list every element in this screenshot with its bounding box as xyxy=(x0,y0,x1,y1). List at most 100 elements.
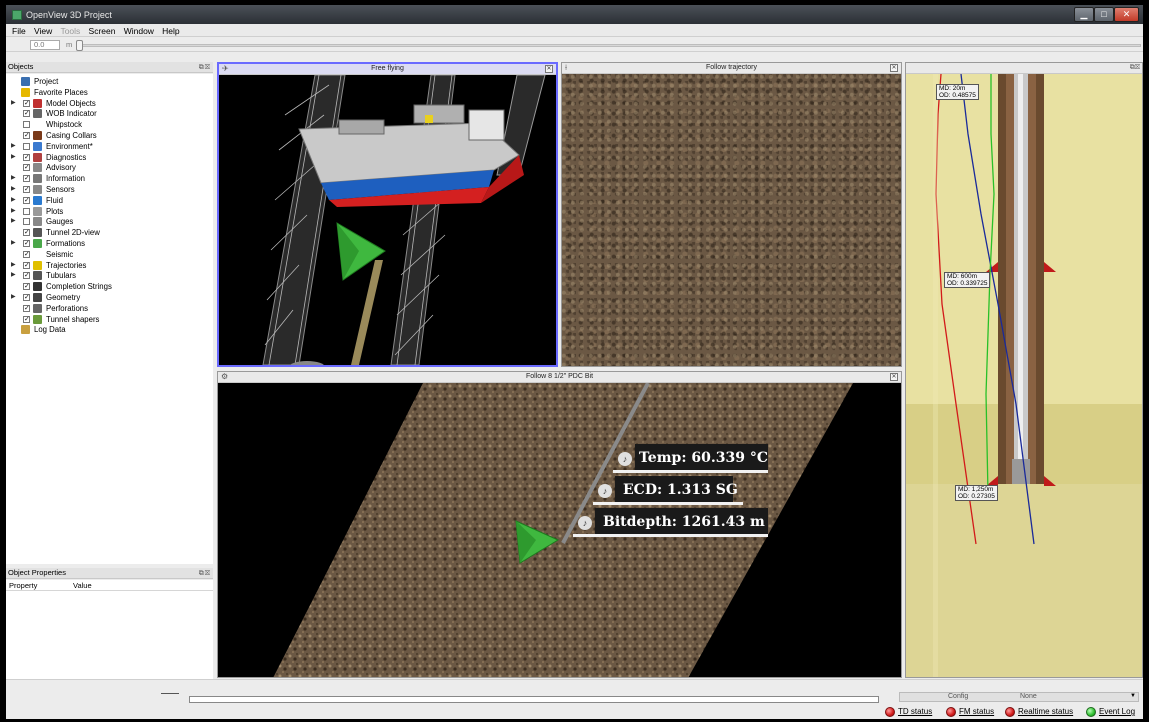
tree-item[interactable]: ▶ ✓ Formations xyxy=(6,238,213,249)
tree-item[interactable]: ▶ Environment* xyxy=(6,141,213,152)
view-close-icon[interactable]: ✕ xyxy=(890,64,898,72)
menu-view[interactable]: View xyxy=(28,24,52,36)
tree-item[interactable]: ✓ Tunnel shapers xyxy=(6,314,213,325)
column-property: Property xyxy=(9,581,38,590)
tree-item[interactable]: ▶ ✓ Information xyxy=(6,173,213,184)
visibility-checkbox[interactable]: ✓ xyxy=(23,153,30,161)
follow-bit-view[interactable]: ⚙ Follow 8 1/2" PDC Bit ✕ ♪ Temp: 60.339… xyxy=(217,371,902,678)
tree-item-label: Information xyxy=(46,174,86,184)
close-button[interactable]: ✕ xyxy=(1114,7,1139,22)
realtime-status[interactable]: Realtime status xyxy=(1005,706,1073,718)
speed-input[interactable]: 0.0 xyxy=(30,40,60,50)
panel-float-close-icons[interactable]: ⧉☒ xyxy=(199,63,211,73)
tree-item[interactable]: ✓ Tunnel 2D-view xyxy=(6,227,213,238)
tree-item[interactable]: ▶ ✓ Tubulars xyxy=(6,270,213,281)
free-flying-header: ✈ Free flying ✕ xyxy=(219,64,556,75)
expand-arrow-icon[interactable]: ▶ xyxy=(11,152,16,163)
timeline-slider[interactable] xyxy=(76,44,1141,47)
visibility-checkbox[interactable] xyxy=(23,121,30,129)
expand-arrow-icon[interactable]: ▶ xyxy=(11,195,16,206)
app-icon xyxy=(12,10,22,20)
td-status[interactable]: TD status xyxy=(885,706,932,718)
expand-arrow-icon[interactable]: ▶ xyxy=(11,270,16,281)
fm-status[interactable]: FM status xyxy=(946,706,994,718)
menu-file[interactable]: File xyxy=(6,24,26,36)
tree-item[interactable]: ✓ Perforations xyxy=(6,303,213,314)
minimize-button[interactable]: ▁ xyxy=(1074,7,1094,22)
visibility-checkbox[interactable] xyxy=(23,142,30,150)
visibility-checkbox[interactable]: ✓ xyxy=(23,196,30,204)
visibility-checkbox[interactable]: ✓ xyxy=(23,304,30,312)
visibility-checkbox[interactable]: ✓ xyxy=(23,261,30,269)
tree-item[interactable]: Whipstock xyxy=(6,119,213,130)
visibility-checkbox[interactable] xyxy=(23,207,30,215)
visibility-checkbox[interactable]: ✓ xyxy=(23,132,30,139)
completion-icon xyxy=(33,282,42,292)
expand-arrow-icon[interactable]: ▶ xyxy=(11,141,16,152)
tree-item[interactable]: ✓ Casing Collars xyxy=(6,130,213,141)
visibility-checkbox[interactable] xyxy=(23,218,30,226)
visibility-checkbox[interactable]: ✓ xyxy=(23,164,30,172)
tree-item[interactable]: ✓ Seismic xyxy=(6,249,213,260)
panel-float-close-icons[interactable]: ⧉☒ xyxy=(199,569,211,579)
temp-label: ♪ Temp: 60.339 °C xyxy=(613,444,768,474)
expand-arrow-icon[interactable]: ▶ xyxy=(11,184,16,195)
tree-item-label: Plots xyxy=(46,206,64,216)
expand-arrow-icon[interactable]: ▶ xyxy=(11,206,16,217)
free-flying-view[interactable]: ✈ Free flying ✕ xyxy=(217,62,558,367)
tunnel-icon xyxy=(33,228,42,238)
tree-item[interactable]: Project xyxy=(6,76,213,87)
tree-item[interactable]: ✓ WOB Indicator xyxy=(6,108,213,119)
tree-item[interactable]: ▶ ✓ Geometry xyxy=(6,292,213,303)
tree-item[interactable]: ▶ Gauges xyxy=(6,216,213,227)
tree-item[interactable]: ✓ Advisory xyxy=(6,162,213,173)
expand-arrow-icon[interactable]: ▶ xyxy=(11,98,16,109)
tree-item-label: Tunnel 2D-view xyxy=(46,228,100,238)
tree-item[interactable]: ▶ Plots xyxy=(6,206,213,217)
expand-arrow-icon[interactable]: ▶ xyxy=(11,173,16,184)
well-section-view[interactable]: ⧉☒ MD: 20m OD: 0.48575 MD: 600m OD: 0.33… xyxy=(905,62,1143,678)
section-label-1: MD: 20m OD: 0.48575 xyxy=(936,84,979,100)
perforation-icon xyxy=(33,303,42,313)
visibility-checkbox[interactable]: ✓ xyxy=(23,99,30,107)
visibility-checkbox[interactable]: ✓ xyxy=(23,110,30,118)
tree-item[interactable]: ▶ ✓ Model Objects xyxy=(6,98,213,109)
follow-trajectory-view[interactable]: ⟊ Follow trajectory ✕ xyxy=(561,62,902,367)
tree-item-label: Completion Strings xyxy=(46,282,112,292)
visibility-checkbox[interactable]: ✓ xyxy=(23,186,30,193)
view-close-icon[interactable]: ✕ xyxy=(890,373,898,381)
visibility-checkbox[interactable]: ✓ xyxy=(23,283,30,291)
visibility-checkbox[interactable]: ✓ xyxy=(23,294,30,301)
menu-window[interactable]: Window xyxy=(118,24,154,36)
tree-item[interactable]: ▶ ✓ Sensors xyxy=(6,184,213,195)
chevron-down-icon: ▼ xyxy=(1130,693,1136,699)
timeline-slider-thumb[interactable] xyxy=(76,40,83,51)
expand-arrow-icon[interactable]: ▶ xyxy=(11,238,16,249)
tree-item[interactable]: ▶ ✓ Trajectories xyxy=(6,260,213,271)
properties-table xyxy=(6,591,213,679)
tree-item[interactable]: ✓ Completion Strings xyxy=(6,281,213,292)
tree-item[interactable]: ▶ ✓ Fluid xyxy=(6,195,213,206)
expand-arrow-icon[interactable]: ▶ xyxy=(11,292,16,303)
tree-item[interactable]: Favorite Places xyxy=(6,87,213,98)
visibility-checkbox[interactable]: ✓ xyxy=(23,272,30,280)
maximize-button[interactable]: □ xyxy=(1094,7,1114,22)
visibility-checkbox[interactable]: ✓ xyxy=(23,315,30,323)
expand-arrow-icon[interactable]: ▶ xyxy=(11,216,16,227)
tree-item[interactable]: Log Data xyxy=(6,324,213,335)
follow-trajectory-title: Follow trajectory xyxy=(706,64,757,71)
menu-screen[interactable]: Screen xyxy=(83,24,116,36)
event-log[interactable]: Event Log xyxy=(1086,706,1135,718)
visibility-checkbox[interactable]: ✓ xyxy=(23,229,30,237)
menu-help[interactable]: Help xyxy=(156,24,179,36)
visibility-checkbox[interactable]: ✓ xyxy=(23,250,30,258)
expand-arrow-icon[interactable]: ▶ xyxy=(11,260,16,271)
well-section-header: ⧉☒ xyxy=(906,63,1142,74)
rig-scene xyxy=(262,75,546,365)
view-close-icon[interactable]: ✕ xyxy=(545,65,553,73)
tree-item[interactable]: ▶ ✓ Diagnostics xyxy=(6,152,213,163)
config-select[interactable]: Config None ▼ xyxy=(899,692,1139,702)
visibility-checkbox[interactable]: ✓ xyxy=(23,240,30,247)
panel-float-close-icons[interactable]: ⧉☒ xyxy=(1130,63,1140,73)
visibility-checkbox[interactable]: ✓ xyxy=(23,175,30,183)
